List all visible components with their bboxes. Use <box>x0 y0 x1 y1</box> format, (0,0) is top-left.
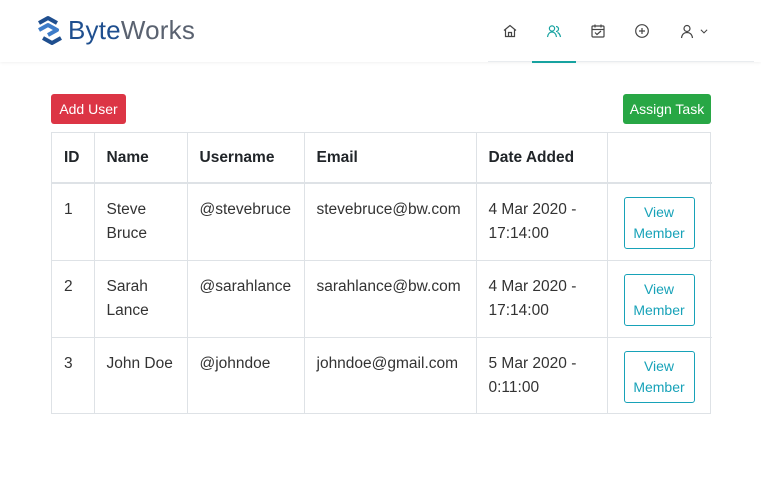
view-member-button[interactable]: View Member <box>623 197 695 249</box>
cell-username: @johndoe <box>187 337 305 414</box>
header-actions <box>607 133 712 184</box>
cell-date-added: 4 Mar 2020 - 17:14:00 <box>476 183 608 261</box>
cell-actions: View Member <box>607 260 712 338</box>
cell-name: Sarah Lance <box>94 260 188 338</box>
cell-date-added: 5 Mar 2020 - 0:11:00 <box>476 337 608 414</box>
nav-members[interactable] <box>532 0 576 63</box>
assign-task-button[interactable]: Assign Task <box>623 94 711 124</box>
view-member-button[interactable]: View Member <box>623 273 695 326</box>
nav-calendar[interactable] <box>576 0 620 62</box>
home-icon <box>503 24 517 38</box>
cell-actions: View Member <box>607 183 712 261</box>
members-table: ID Name Username Email Date Added 1 Stev… <box>51 132 712 414</box>
top-navbar: ByteWorks <box>0 0 761 63</box>
nav-user-menu[interactable] <box>674 0 714 62</box>
header-username: Username <box>187 133 305 184</box>
byteworks-logo-icon <box>38 16 62 45</box>
table-row: 1 Steve Bruce @stevebruce stevebruce@bw.… <box>52 183 712 261</box>
table-row: 3 John Doe @johndoe johndoe@gmail.com 5 … <box>52 337 712 414</box>
cell-email: johndoe@gmail.com <box>304 337 477 414</box>
cell-email: stevebruce@bw.com <box>304 183 477 261</box>
header-date-added: Date Added <box>476 133 608 184</box>
cell-id: 3 <box>52 337 95 414</box>
add-user-button[interactable]: Add User <box>51 94 126 124</box>
cell-actions: View Member <box>607 337 712 414</box>
header-name: Name <box>94 133 188 184</box>
cell-name: Steve Bruce <box>94 183 188 261</box>
brand-name-part2: Works <box>120 14 196 45</box>
cell-id: 2 <box>52 260 95 338</box>
members-icon <box>546 25 562 38</box>
cell-email: sarahlance@bw.com <box>304 260 477 338</box>
nav-home[interactable] <box>488 0 532 62</box>
cell-date-added: 4 Mar 2020 - 17:14:00 <box>476 260 608 338</box>
nav-add[interactable] <box>620 0 664 62</box>
table-row: 2 Sarah Lance @sarahlance sarahlance@bw.… <box>52 260 712 338</box>
user-icon <box>680 24 694 39</box>
cell-username: @sarahlance <box>187 260 305 338</box>
cell-id: 1 <box>52 183 95 261</box>
cell-name: John Doe <box>94 337 188 414</box>
add-circle-icon <box>635 24 649 38</box>
cell-username: @stevebruce <box>187 183 305 261</box>
chevron-down-icon <box>700 29 708 34</box>
brand-name: ByteWorks <box>68 15 195 46</box>
header-email: Email <box>304 133 477 184</box>
header-id: ID <box>52 133 95 184</box>
view-member-button[interactable]: View Member <box>623 350 695 403</box>
brand-name-part1: Byte <box>68 14 121 45</box>
nav-icon-bar <box>488 0 754 63</box>
table-header-row: ID Name Username Email Date Added <box>52 133 712 184</box>
brand-logo[interactable]: ByteWorks <box>36 14 195 46</box>
calendar-icon <box>591 24 605 38</box>
